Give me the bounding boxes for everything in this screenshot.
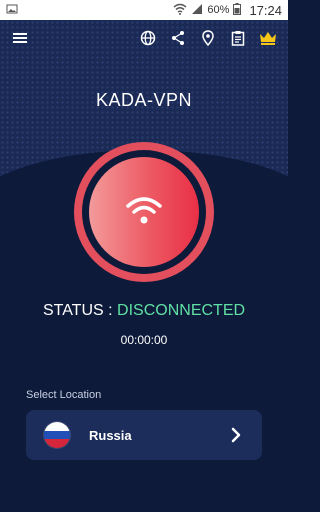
battery-percent: 60% <box>207 4 230 16</box>
wifi-icon <box>124 195 164 230</box>
chevron-right-icon <box>228 427 244 443</box>
app-title: KADA-VPN <box>95 90 193 110</box>
select-location-label: Select Location <box>26 389 102 401</box>
connection-timer: 00:00:00 <box>120 333 168 347</box>
russia-flag-icon <box>44 422 70 448</box>
signal-icon <box>191 3 203 18</box>
clipboard-icon[interactable] <box>228 28 248 48</box>
globe-icon[interactable] <box>138 28 158 48</box>
gallery-icon <box>6 3 18 18</box>
country-name: Russia <box>89 427 132 443</box>
status-value: DISCONNECTED <box>117 302 246 319</box>
location-pin-icon[interactable] <box>198 28 218 48</box>
clock: 17:24 <box>249 2 282 18</box>
menu-icon[interactable] <box>10 28 30 48</box>
battery-icon <box>233 2 242 18</box>
connect-button[interactable] <box>89 157 199 267</box>
location-selector[interactable]: Russia <box>26 410 262 460</box>
status-label: STATUS : <box>42 302 113 319</box>
system-status-bar: 60% 17:24 <box>0 0 288 20</box>
connection-status: STATUS : DISCONNECTED <box>0 302 288 320</box>
crown-icon[interactable] <box>258 28 278 48</box>
wifi-status-icon <box>173 3 187 18</box>
top-toolbar <box>0 24 288 52</box>
share-icon[interactable] <box>168 28 188 48</box>
